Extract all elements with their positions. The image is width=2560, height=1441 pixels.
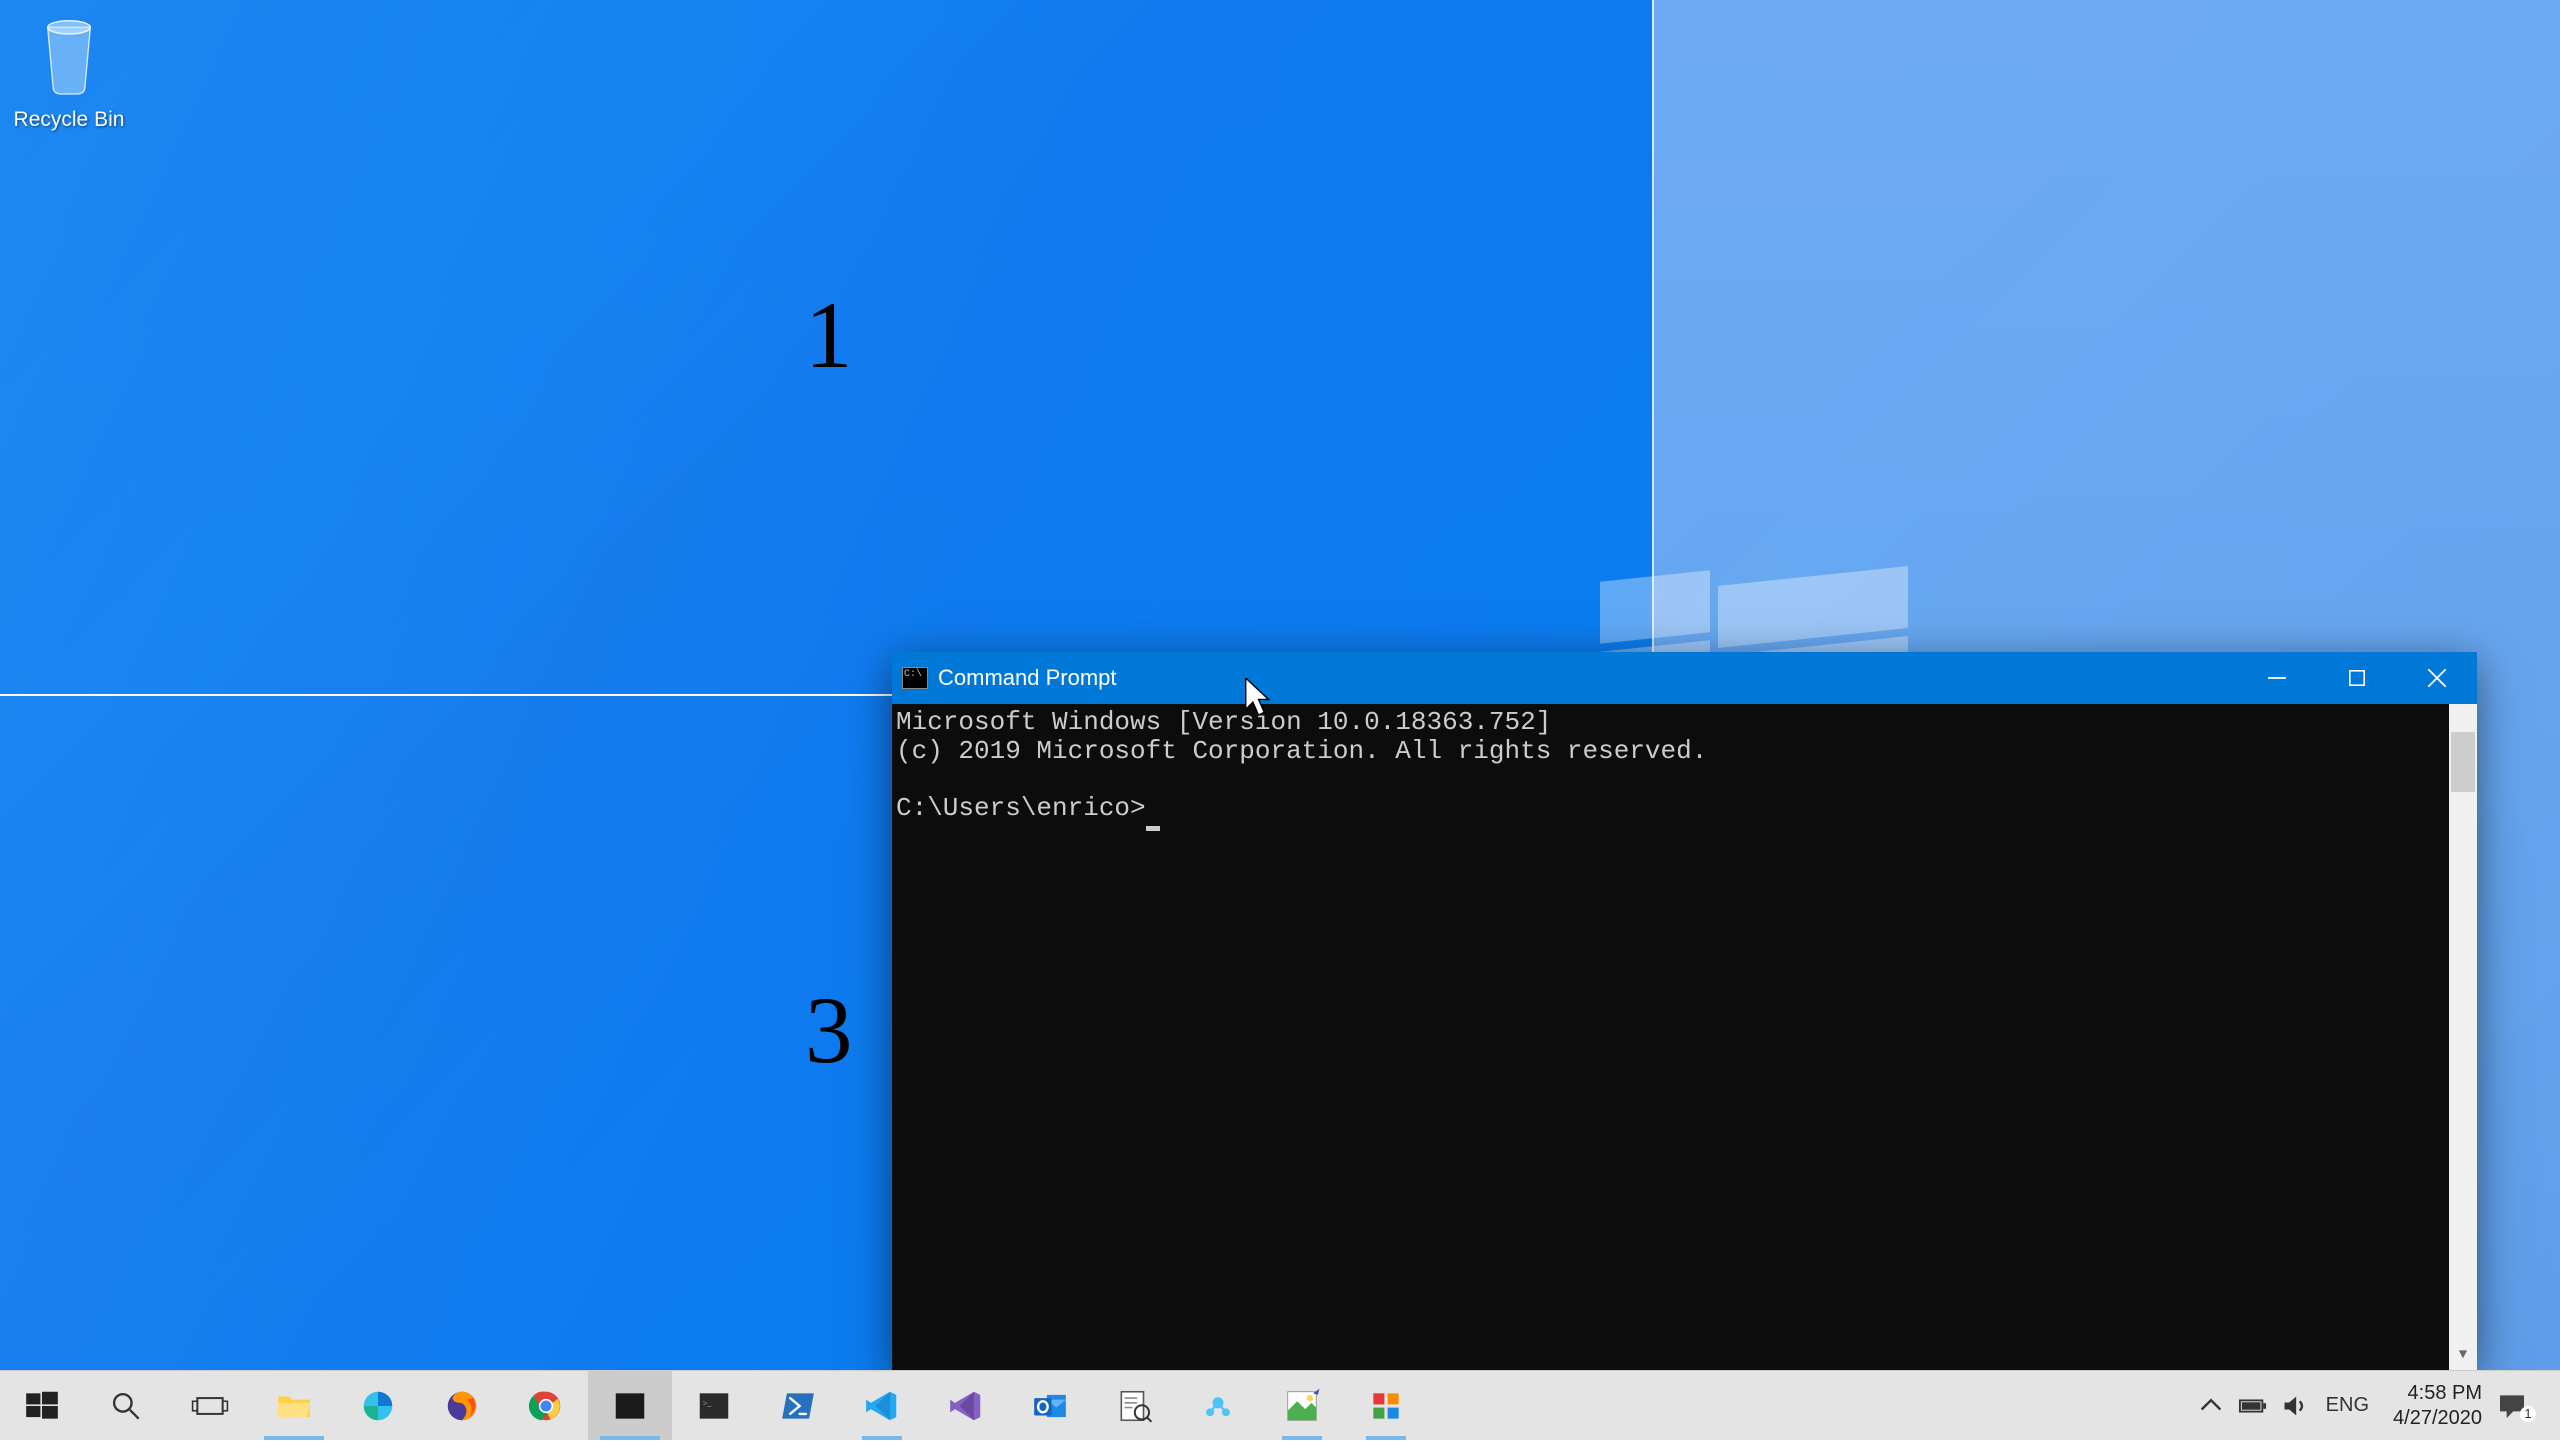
search-button[interactable] — [84, 1371, 168, 1440]
azure-icon — [1199, 1387, 1237, 1425]
minimize-icon — [2268, 669, 2286, 687]
task-view-button[interactable] — [168, 1371, 252, 1440]
image-editor-icon — [1283, 1387, 1321, 1425]
cmd-prompt: C:\Users\enrico> — [896, 793, 1146, 823]
command-prompt-window[interactable]: Command Prompt Microsoft Windows [Versio… — [892, 652, 2477, 1370]
close-icon — [2428, 669, 2446, 687]
notification-badge: 1 — [2520, 1406, 2536, 1422]
action-center-button[interactable]: 1 — [2496, 1390, 2544, 1422]
visual-studio-icon — [947, 1387, 985, 1425]
cmd-app-icon — [902, 667, 928, 689]
powershell-icon — [779, 1387, 817, 1425]
speaker-icon — [2281, 1392, 2309, 1420]
cmd-icon — [611, 1387, 649, 1425]
outlook-icon — [1031, 1387, 1069, 1425]
maximize-button[interactable] — [2317, 652, 2397, 704]
windows-start-icon — [23, 1387, 61, 1425]
file-explorer-button[interactable] — [252, 1371, 336, 1440]
firefox-button[interactable] — [420, 1371, 504, 1440]
trash-icon — [26, 6, 112, 102]
cmd2-taskbar-button[interactable]: >_ — [672, 1371, 756, 1440]
folder-icon — [275, 1387, 313, 1425]
tray-clock[interactable]: 4:58 PM 4/27/2020 — [2379, 1381, 2496, 1431]
start-button[interactable] — [0, 1371, 84, 1440]
notes-icon — [1115, 1387, 1153, 1425]
cmd-taskbar-button[interactable] — [588, 1371, 672, 1440]
desktop[interactable]: 1 3 Recycle Bin Command Prompt Microsoft… — [0, 0, 2560, 1440]
powertoys-icon — [1367, 1387, 1405, 1425]
cmd-scrollbar[interactable]: ▲ ▼ — [2449, 704, 2477, 1370]
recycle-bin-icon[interactable]: Recycle Bin — [4, 6, 134, 132]
system-tray: ENG 4:58 PM 4/27/2020 1 — [2190, 1371, 2560, 1440]
cmd2-icon: >_ — [695, 1387, 733, 1425]
chrome-icon — [527, 1387, 565, 1425]
taskbar[interactable]: >_ — [0, 1370, 2560, 1440]
image-editor-button[interactable] — [1260, 1371, 1344, 1440]
minimize-button[interactable] — [2237, 652, 2317, 704]
tray-overflow-button[interactable] — [2190, 1371, 2232, 1441]
close-button[interactable] — [2397, 652, 2477, 704]
tray-language[interactable]: ENG — [2316, 1394, 2379, 1417]
notes-button[interactable] — [1092, 1371, 1176, 1440]
maximize-icon — [2349, 670, 2365, 686]
battery-icon — [2239, 1392, 2267, 1420]
cmd-window-title: Command Prompt — [938, 665, 1117, 691]
tray-battery[interactable] — [2232, 1371, 2274, 1441]
cmd-cursor — [1146, 826, 1160, 831]
vscode-button[interactable] — [840, 1371, 924, 1440]
tray-volume[interactable] — [2274, 1371, 2316, 1441]
outlook-button[interactable] — [1008, 1371, 1092, 1440]
azure-button[interactable] — [1176, 1371, 1260, 1440]
chevron-up-icon — [2197, 1392, 2225, 1420]
firefox-icon — [443, 1387, 481, 1425]
scroll-thumb[interactable] — [2451, 732, 2475, 792]
cmd-titlebar[interactable]: Command Prompt — [892, 652, 2477, 704]
tray-date: 4/27/2020 — [2393, 1406, 2482, 1431]
fancyzone-number-3: 3 — [805, 975, 853, 1085]
powertoys-button[interactable] — [1344, 1371, 1428, 1440]
cmd-terminal-body[interactable]: Microsoft Windows [Version 10.0.18363.75… — [892, 704, 2477, 1370]
chrome-button[interactable] — [504, 1371, 588, 1440]
powershell-button[interactable] — [756, 1371, 840, 1440]
edge-button[interactable] — [336, 1371, 420, 1440]
visual-studio-button[interactable] — [924, 1371, 1008, 1440]
tray-time: 4:58 PM — [2393, 1381, 2482, 1406]
svg-text:>_: >_ — [703, 1399, 712, 1408]
taskbar-left: >_ — [0, 1371, 1428, 1440]
edge-icon — [359, 1387, 397, 1425]
recycle-bin-label: Recycle Bin — [4, 108, 134, 132]
cmd-line1: Microsoft Windows [Version 10.0.18363.75… — [896, 707, 1551, 737]
vscode-icon — [863, 1387, 901, 1425]
scroll-down-arrow[interactable]: ▼ — [2449, 1342, 2477, 1370]
cmd-line2: (c) 2019 Microsoft Corporation. All righ… — [896, 736, 1707, 766]
search-icon — [107, 1387, 145, 1425]
fancyzone-number-1: 1 — [805, 280, 853, 390]
task-view-icon — [191, 1387, 229, 1425]
